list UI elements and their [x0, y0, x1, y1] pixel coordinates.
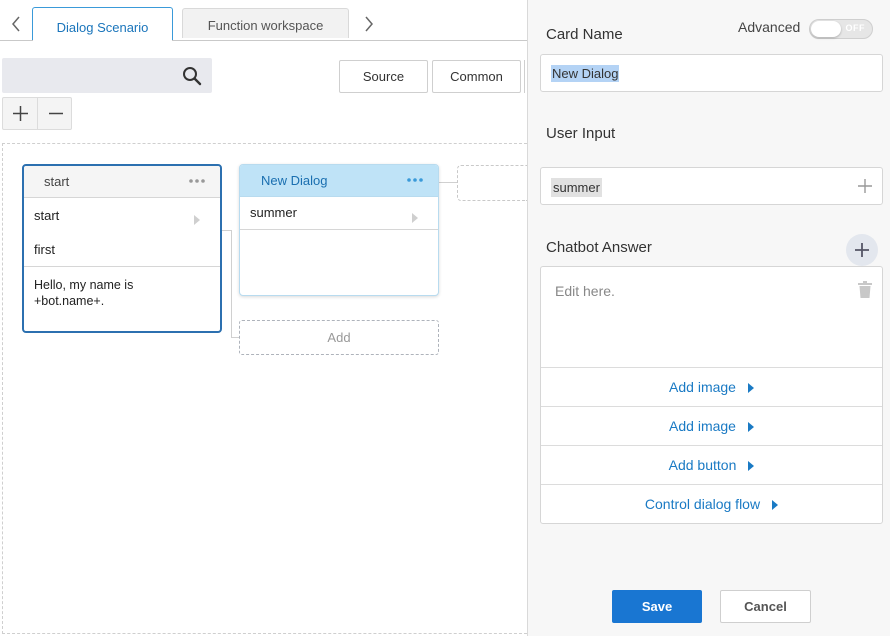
user-input-label: User Input — [546, 125, 616, 142]
chatbot-answer-box: Edit here. Add image Add image Add butto… — [540, 266, 883, 524]
card-input-label: summer — [250, 205, 297, 220]
card-name-label: Card Name — [546, 26, 623, 43]
plus-icon — [855, 243, 869, 257]
card-properties-panel: Card Name Advanced OFF New Dialog User I… — [527, 0, 890, 636]
search-box — [2, 58, 212, 93]
search-input[interactable] — [2, 58, 172, 93]
add-image-button[interactable]: Add image — [541, 406, 882, 445]
zoom-out-button[interactable] — [38, 98, 73, 129]
tab-active-gap — [33, 39, 172, 42]
zoom-in-button[interactable] — [3, 98, 38, 129]
app-root: Dialog Scenario Function workspace Sourc… — [0, 0, 890, 636]
connector-line — [231, 337, 239, 338]
advanced-label: Advanced — [738, 19, 801, 35]
add-answer-button[interactable] — [846, 234, 878, 266]
tab-prev-chevron-icon[interactable] — [8, 12, 26, 36]
caret-right-icon — [747, 383, 754, 393]
common-button[interactable]: Common — [432, 60, 521, 93]
card-input-label: first — [34, 242, 55, 257]
connector-line — [439, 182, 457, 183]
search-icon[interactable] — [182, 66, 202, 86]
zoom-control — [2, 97, 72, 130]
card-input-label: start — [34, 208, 60, 223]
source-button[interactable]: Source — [339, 60, 428, 93]
tab-next-chevron-icon[interactable] — [360, 12, 378, 36]
toggle-state-text: OFF — [845, 23, 865, 33]
advanced-toggle[interactable]: OFF — [809, 19, 873, 39]
card-input-row[interactable]: start — [24, 208, 220, 223]
dialog-card-new-dialog[interactable]: New Dialog summer — [239, 164, 439, 296]
card-name-field[interactable]: New Dialog — [540, 54, 883, 92]
add-button-button[interactable]: Add button — [541, 445, 882, 484]
tab-dialog-scenario[interactable]: Dialog Scenario — [32, 7, 173, 40]
add-card-button[interactable]: Add — [239, 320, 439, 355]
toggle-knob — [811, 21, 841, 37]
chatbot-answer-label: Chatbot Answer — [546, 239, 652, 256]
row-arrow-icon — [412, 210, 418, 223]
row-arrow-icon — [194, 212, 200, 225]
add-button-label: Add button — [668, 457, 737, 473]
caret-right-icon — [748, 461, 755, 471]
connector-line — [231, 230, 232, 338]
caret-right-icon — [747, 422, 754, 432]
card-name-value: New Dialog — [551, 65, 620, 82]
more-options-icon[interactable] — [188, 173, 206, 189]
minus-icon — [49, 112, 63, 115]
user-input-tag[interactable]: summer — [551, 178, 602, 197]
card-input-row[interactable]: summer — [240, 205, 438, 220]
add-image-label: Add image — [669, 379, 736, 395]
control-dialog-flow-button[interactable]: Control dialog flow — [541, 484, 882, 523]
dialog-card-placeholder — [457, 165, 527, 201]
plus-icon — [13, 106, 28, 121]
card-input-row[interactable]: first — [24, 242, 220, 257]
card-answer-text: Hello, my name is +bot.name+. — [34, 278, 134, 308]
user-input-field[interactable]: summer — [540, 167, 883, 205]
control-dialog-flow-label: Control dialog flow — [644, 496, 761, 512]
card-divider — [240, 229, 438, 230]
workspace: Dialog Scenario Function workspace Sourc… — [0, 0, 527, 636]
add-image-label: Add image — [669, 418, 736, 434]
tab-function-workspace[interactable]: Function workspace — [182, 8, 349, 38]
add-user-input-icon[interactable] — [858, 179, 872, 193]
card-divider — [24, 266, 220, 267]
more-options-icon[interactable] — [406, 172, 424, 188]
save-button[interactable]: Save — [612, 590, 702, 623]
trash-icon[interactable] — [858, 281, 872, 298]
caret-right-icon — [772, 500, 779, 510]
dialog-card-start[interactable]: start start first Hello, my name is +bot… — [22, 164, 222, 333]
add-image-button[interactable]: Add image — [541, 367, 882, 406]
cancel-button[interactable]: Cancel — [720, 590, 811, 623]
answer-editor[interactable]: Edit here. — [555, 283, 615, 299]
